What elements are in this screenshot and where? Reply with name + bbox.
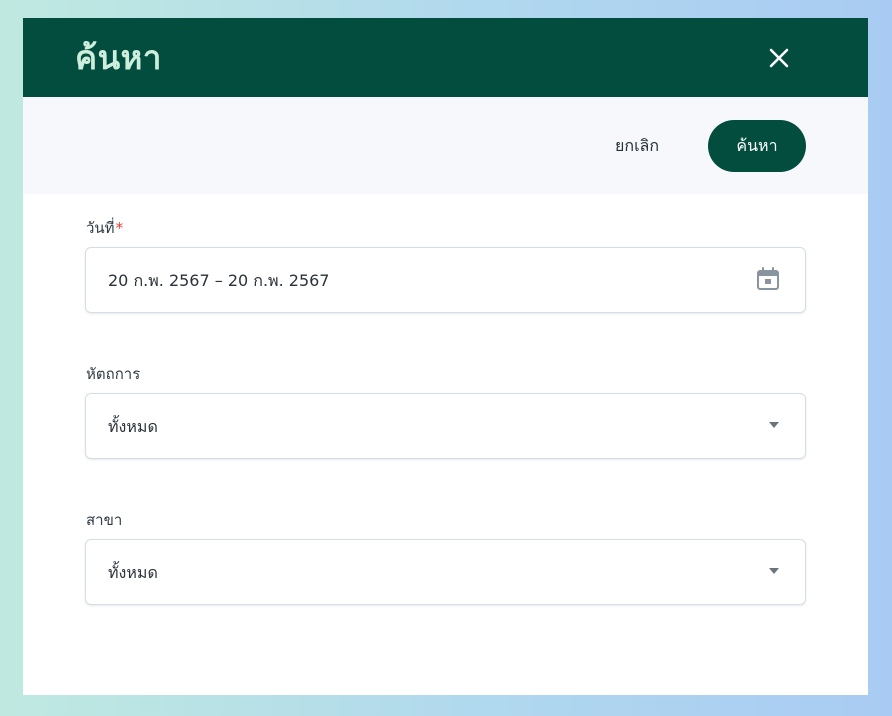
procedure-field-label: หัตถการ [86,365,141,383]
procedure-select-value: ทั้งหมด [108,417,158,436]
dialog-title: ค้นหา [75,38,162,77]
date-label-text: วันที่ [86,219,115,237]
dialog-header: ค้นหา [23,18,868,97]
dialog-action-bar: ยกเลิก ค้นหา [23,97,868,194]
search-button[interactable]: ค้นหา [708,120,806,172]
calendar-icon[interactable] [754,265,782,293]
date-field-label: วันที่* [86,218,123,238]
branch-select[interactable]: ทั้งหมด [85,539,806,605]
date-range-field[interactable]: 20 ก.พ. 2567 – 20 ก.พ. 2567 [85,247,806,313]
close-button[interactable] [763,42,795,74]
required-marker: * [115,219,124,237]
chevron-down-icon [769,568,779,574]
chevron-down-icon [769,422,779,428]
date-range-value: 20 ก.พ. 2567 – 20 ก.พ. 2567 [108,271,330,290]
cancel-button[interactable]: ยกเลิก [607,131,667,161]
branch-select-value: ทั้งหมด [108,563,158,582]
branch-field-label: สาขา [86,511,123,529]
close-icon [769,48,789,68]
search-dialog: ค้นหา ยกเลิก ค้นหา วันที่* 20 ก.พ. 2567 … [23,18,868,695]
procedure-select[interactable]: ทั้งหมด [85,393,806,459]
